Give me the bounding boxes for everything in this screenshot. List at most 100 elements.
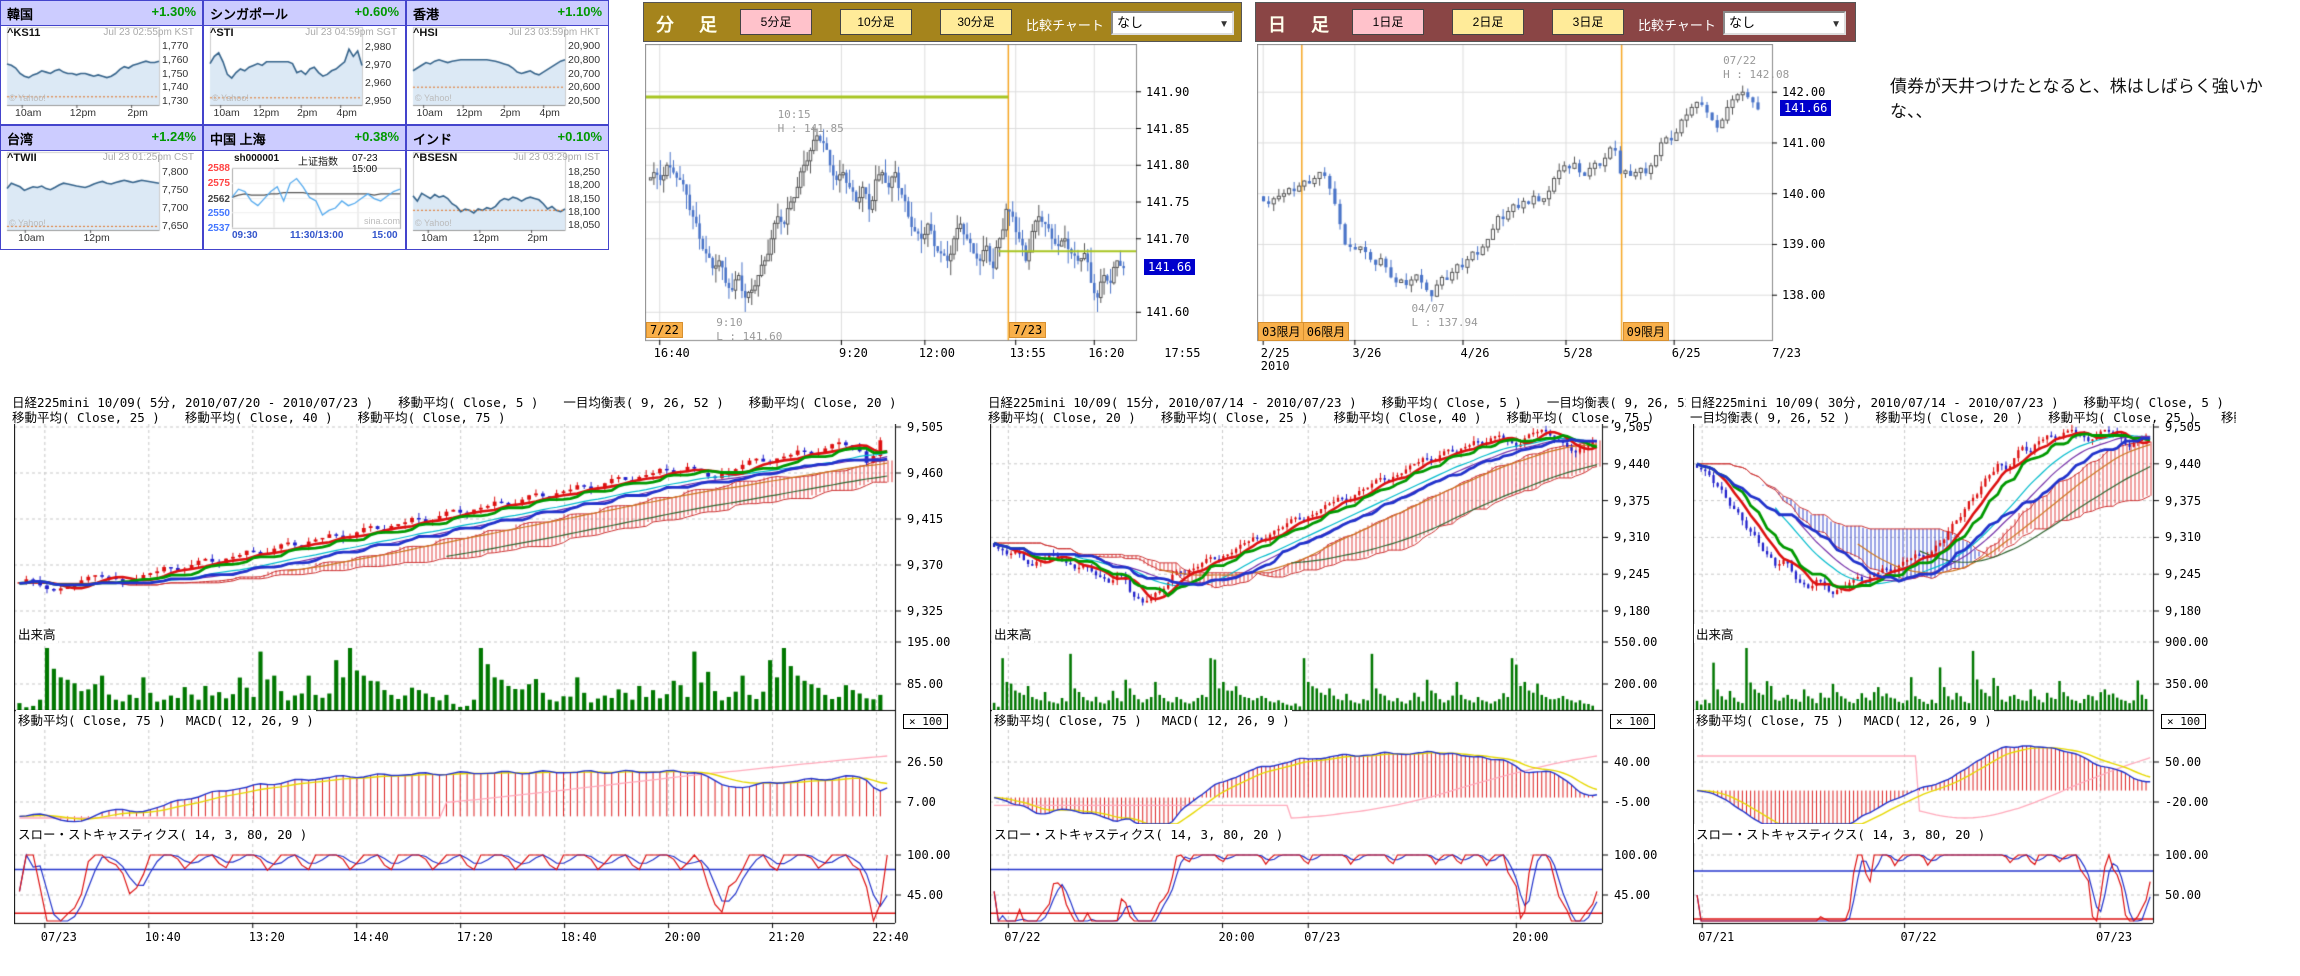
tech-chart-canvas: [990, 424, 1609, 930]
tech-chart-15min: 日経225mini 10/09( 15分, 2010/07/14 - 2010/…: [986, 392, 1686, 976]
market-panel-header: 中国 上海+0.38%: [204, 126, 405, 151]
y-axis-label: 141.80: [1146, 158, 1189, 172]
market-timestamp: 07-23 15:00: [352, 153, 405, 175]
tab-30min[interactable]: 30分足: [940, 9, 1012, 35]
x-axis-label: 21:20: [768, 930, 804, 944]
x-axis-label: 2pm: [527, 232, 547, 244]
x-axis-label: 18:40: [561, 930, 597, 944]
date-badge: 7/22: [646, 322, 683, 338]
y-axis-label: 100.00: [2165, 848, 2208, 862]
tab-10min[interactable]: 10分足: [840, 9, 912, 35]
y-axis-label: 9,440: [1614, 457, 1650, 471]
market-panel-title: インド: [413, 129, 452, 148]
tab-5min[interactable]: 5分足: [740, 9, 812, 35]
market-panel-korea[interactable]: 韓国+1.30%^KS11Jul 23 02:55pm KST1,7701,76…: [0, 0, 203, 125]
tab-1day[interactable]: 1日足: [1352, 9, 1424, 35]
x-axis-label: 13:20: [249, 930, 285, 944]
x-axis-label: 10am: [213, 107, 239, 119]
tab-3day[interactable]: 3日足: [1552, 9, 1624, 35]
y-axis-label: 2562: [206, 194, 230, 205]
trading-dashboard: 韓国+1.30%^KS11Jul 23 02:55pm KST1,7701,76…: [0, 0, 2300, 976]
x-axis-label: 12pm: [83, 232, 109, 244]
market-panel-header: インド +0.10%: [407, 126, 608, 151]
y-axis-label: 20,700: [568, 68, 608, 80]
volume-pane-title: 出来高: [16, 624, 58, 643]
current-price-badge: 141.66: [1144, 259, 1195, 275]
x-axis-label: 07/21: [1698, 930, 1734, 944]
volume-multiplier-badge: × 100: [1610, 714, 1655, 729]
y-axis-label: 45.00: [1614, 888, 1650, 902]
market-change-badge: +0.38%: [355, 129, 399, 144]
market-panel-title: シンガポール: [210, 4, 288, 23]
market-symbol: ^HSI: [413, 27, 438, 39]
y-axis-label: 50.00: [2165, 755, 2201, 769]
y-axis-label: 18,150: [568, 193, 608, 205]
market-comment: 債券が天井つけたとなると、株はしばらく強いかな、、: [1890, 72, 2294, 122]
y-axis-label: 1,760: [162, 54, 202, 66]
x-axis-label: 07/23: [1304, 930, 1340, 944]
y-axis-label: 9,460: [907, 466, 943, 480]
market-panel-china[interactable]: 中国 上海+0.38%sh000001上证指数07-23 15:00258825…: [203, 125, 406, 250]
x-axis-label: 07/23: [2096, 930, 2132, 944]
market-panel-hongkong[interactable]: 香港+1.10%^HSIJul 23 03:59pm HKT20,90020,8…: [406, 0, 609, 125]
market-panel-india[interactable]: インド+0.10%^BSESNJul 23 03:29pm IST18,2501…: [406, 125, 609, 250]
y-axis-label: 2,950: [365, 95, 405, 107]
y-axis-label: 9,310: [1614, 530, 1650, 544]
x-axis-label: 12pm: [456, 107, 482, 119]
tab-2day[interactable]: 2日足: [1452, 9, 1524, 35]
compare-chart-select[interactable]: なし ▼: [1111, 11, 1234, 35]
y-axis-label: 2550: [206, 208, 230, 219]
yahoo-watermark: © Yahoo!: [415, 218, 452, 228]
x-axis-label: 4/26: [1461, 346, 1490, 360]
stochastics-pane-title: スロー・ストキャスティクス( 14, 3, 80, 20 ): [1694, 824, 1987, 843]
macd-pane-title: 移動平均( Close, 75 ) MACD( 12, 26, 9 ): [1694, 710, 1994, 729]
x-axis-label: 10am: [18, 232, 44, 244]
market-change-badge: +1.24%: [152, 129, 196, 144]
volume-pane-title: 出来高: [992, 624, 1034, 643]
x-axis-label: 9:20: [839, 346, 868, 360]
chart-annotation: 07/22 H : 142.08: [1723, 54, 1789, 82]
market-change-badge: +0.10%: [558, 129, 602, 144]
y-axis-label: 9,245: [2165, 567, 2201, 581]
y-axis-label: 195.00: [907, 635, 950, 649]
x-axis-label: 17:20: [457, 930, 493, 944]
x-axis-label: 11:30/13:00: [290, 230, 343, 241]
chart-annotation: 04/07 L : 137.94: [1412, 302, 1478, 330]
volume-multiplier-badge: × 100: [2161, 714, 2206, 729]
market-panel-taiwan[interactable]: 台湾+1.24%^TWIIJul 23 01:25pm CST7,8007,75…: [0, 125, 203, 250]
y-axis-label: 9,310: [2165, 530, 2201, 544]
yahoo-watermark: © Yahoo!: [9, 93, 46, 103]
market-change-badge: +0.60%: [355, 4, 399, 19]
y-axis-label: 1,730: [162, 95, 202, 107]
volume-pane-title: 出来高: [1694, 624, 1736, 643]
yahoo-watermark: © Yahoo!: [212, 93, 249, 103]
market-change-badge: +1.10%: [558, 4, 602, 19]
y-axis-label: 100.00: [907, 848, 950, 862]
daily-chart-toolbar: 日 足 1日足 2日足 3日足 比較チャート なし ▼: [1255, 2, 1856, 42]
y-axis-label: 9,440: [2165, 457, 2201, 471]
compare-chart-select[interactable]: なし ▼: [1723, 11, 1846, 35]
world-markets-grid: 韓国+1.30%^KS11Jul 23 02:55pm KST1,7701,76…: [0, 0, 611, 252]
date-badge: 09限月: [1623, 322, 1669, 341]
y-axis-label: 1,740: [162, 81, 202, 93]
tech-chart-canvas: [1693, 424, 2160, 930]
y-axis-label: 85.00: [907, 677, 943, 691]
stochastics-pane-title: スロー・ストキャスティクス( 14, 3, 80, 20 ): [992, 824, 1285, 843]
date-badge: 7/23: [1009, 322, 1046, 338]
y-axis-label: 141.70: [1146, 232, 1189, 246]
minute-chart-panel: 分 足 5分足 10分足 30分足 比較チャート なし ▼ 141.90141.…: [643, 0, 1242, 372]
x-axis-label: 10am: [416, 107, 442, 119]
y-axis-label: 9,180: [2165, 604, 2201, 618]
y-axis-label: 7,650: [162, 220, 202, 232]
market-panel-header: シンガポール +0.60%: [204, 1, 405, 26]
y-axis-label: 2588: [206, 163, 230, 174]
x-axis-label: 16:20: [1088, 346, 1124, 360]
market-panel-singapore[interactable]: シンガポール+0.60%^STIJul 23 04:59pm SGT2,9802…: [203, 0, 406, 125]
x-axis-label: 2pm: [127, 107, 147, 119]
y-axis-label: 100.00: [1614, 848, 1657, 862]
x-axis-label: 07/22: [1901, 930, 1937, 944]
x-axis-label: 3/26: [1352, 346, 1381, 360]
yahoo-watermark: © Yahoo!: [9, 218, 46, 228]
y-axis-label: 26.50: [907, 755, 943, 769]
y-axis-label: 141.60: [1146, 305, 1189, 319]
